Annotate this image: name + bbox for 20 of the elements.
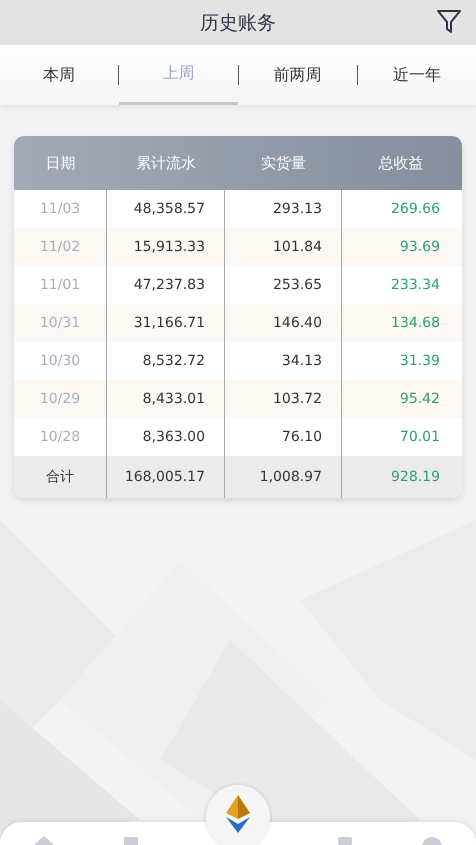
period-tab[interactable]: 前两周 xyxy=(238,45,357,105)
table-cell-text: 928.19 xyxy=(390,468,441,487)
table-cell-text: 95.42 xyxy=(398,390,441,409)
filter-icon[interactable] xyxy=(436,8,462,34)
period-tab[interactable]: 近一年 xyxy=(358,45,476,105)
table-cell-text: 31.39 xyxy=(398,352,441,371)
table-cell-text: 269.66 xyxy=(390,200,441,219)
column-header: 日期 xyxy=(44,154,76,172)
period-tab[interactable]: 本周 xyxy=(0,45,118,105)
table-cell-text: 70.01 xyxy=(398,428,441,447)
table-cell: 168,005.17 xyxy=(107,456,225,498)
table-cell-text: 233.34 xyxy=(390,276,441,295)
column-header: 累计流水 xyxy=(135,154,197,172)
column-header: 总收益 xyxy=(378,154,424,172)
table-cell: 合计 xyxy=(14,456,107,498)
page-title: 历史账务 xyxy=(200,10,276,36)
table-cell-text: 134.68 xyxy=(390,314,441,333)
column-header: 实货量 xyxy=(260,154,307,172)
table-cell: 1,008.97 xyxy=(225,456,342,498)
table-cell-text: 93.69 xyxy=(398,238,441,257)
